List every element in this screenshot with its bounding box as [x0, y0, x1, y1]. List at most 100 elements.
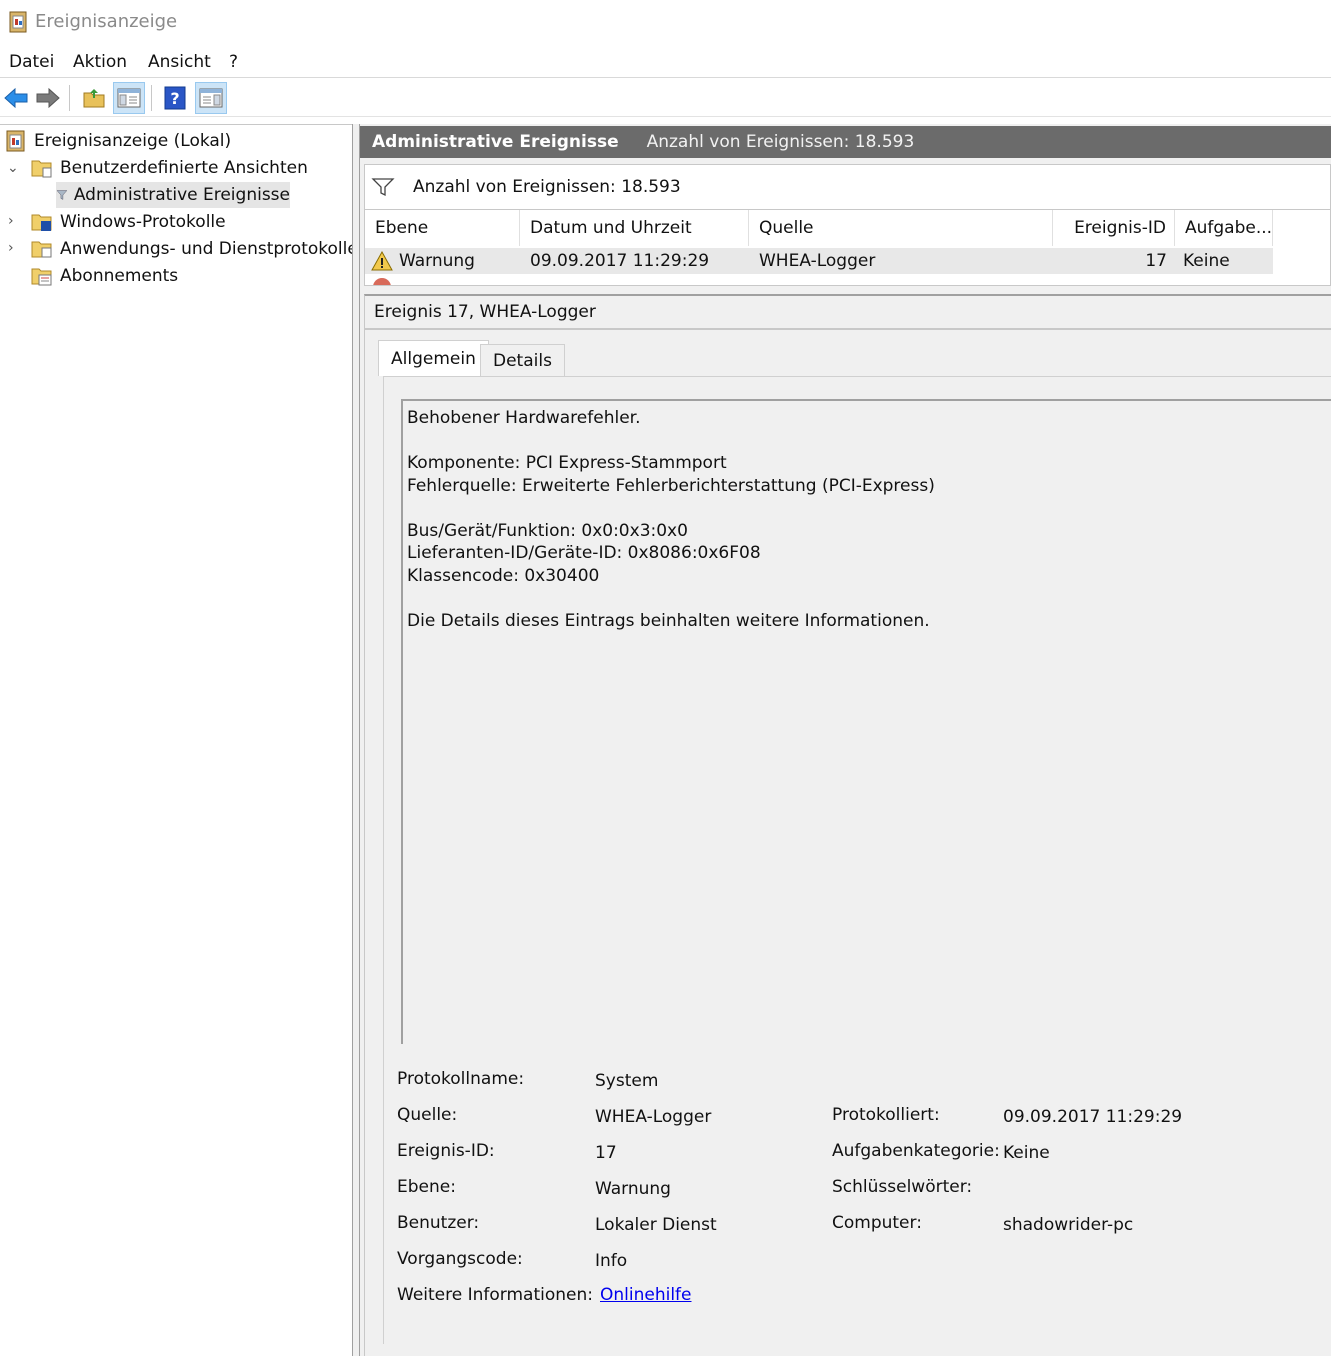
back-button[interactable] [0, 82, 32, 114]
event-grid: Ebene Datum und Uhrzeit Quelle Ereignis-… [364, 210, 1331, 286]
tab-details[interactable]: Details [480, 344, 565, 376]
folder-icon [31, 241, 52, 258]
help-button[interactable]: ? [159, 82, 191, 114]
title-bar: Ereignisanzeige [0, 0, 1331, 44]
open-button[interactable] [78, 82, 110, 114]
label-aufgabenkategorie: Aufgabenkategorie: [832, 1141, 1000, 1161]
tree-item-windows-logs[interactable]: Windows-Protokolle [30, 209, 226, 235]
column-header-datum[interactable]: Datum und Uhrzeit [520, 210, 749, 246]
event-detail-title: Ereignis 17, WHEA-Logger [365, 296, 1331, 330]
tree-label: Anwendungs- und Dienstprotokolle [60, 239, 358, 259]
tree-item-custom-views[interactable]: Benutzerdefinierte Ansichten [30, 155, 308, 181]
tree-item-admin-events[interactable]: Administrative Ereignisse [56, 182, 290, 208]
label-quelle: Quelle: [397, 1105, 458, 1125]
message-line [407, 430, 1329, 453]
forward-button[interactable] [32, 82, 64, 114]
results-header: Administrative Ereignisse Anzahl von Ere… [360, 126, 1331, 158]
tree-label: Windows-Protokolle [60, 212, 226, 232]
message-line: Klassencode: 0x30400 [407, 565, 600, 586]
label-protokollname: Protokollname: [397, 1069, 525, 1089]
online-help-link[interactable]: Onlinehilfe [600, 1285, 692, 1305]
value-ereignis-id: 17 [595, 1143, 617, 1163]
cell-event-id: 17 [1145, 251, 1167, 271]
open-folder-icon [83, 89, 105, 108]
pane-splitter[interactable] [352, 124, 360, 1356]
message-line: Bus/Gerät/Funktion: 0x0:0x3:0x0 [407, 520, 688, 541]
folder-icon [31, 214, 52, 231]
chevron-right-icon[interactable]: › [8, 214, 20, 228]
event-detail-pane: Ereignis 17, WHEA-Logger Allgemein Detai… [364, 294, 1331, 1356]
menu-aktion[interactable]: Aktion [73, 52, 127, 72]
show-hide-tree-icon [117, 88, 141, 108]
results-pane: Administrative Ereignisse Anzahl von Ere… [360, 124, 1331, 1356]
message-line: Fehlerquelle: Erweiterte Fehlerberichter… [407, 475, 935, 496]
label-benutzer: Benutzer: [397, 1213, 480, 1233]
label-protokolliert: Protokolliert: [832, 1105, 940, 1125]
label-schluesselwoerter: Schlüsselwörter: [832, 1177, 973, 1197]
grid-header: Ebene Datum und Uhrzeit Quelle Ereignis-… [365, 210, 1330, 246]
show-hide-tree-button[interactable] [113, 82, 145, 114]
chevron-down-icon[interactable]: ⌄ [7, 161, 19, 175]
folder-icon [31, 160, 52, 178]
tree-label: Administrative Ereignisse [73, 185, 290, 205]
toolbar: ? [0, 79, 1331, 117]
menu-ansicht[interactable]: Ansicht [148, 52, 211, 72]
message-line: Die Details dieses Eintrags beinhalten w… [407, 610, 930, 631]
event-viewer-icon [9, 11, 27, 33]
menu-datei[interactable]: Datei [9, 52, 54, 72]
label-weitere-informationen: Weitere Informationen: [397, 1285, 593, 1305]
event-message: Behobener Hardwarefehler. Komponente: PC… [401, 399, 1331, 1044]
subscriptions-icon [31, 268, 52, 286]
show-hide-action-pane-icon [199, 88, 223, 108]
value-ebene: Warnung [595, 1179, 671, 1199]
tab-allgemein[interactable]: Allgemein [378, 340, 489, 376]
toolbar-separator [69, 85, 70, 111]
message-line: Behobener Hardwarefehler. [407, 408, 641, 428]
tree-label: Benutzerdefinierte Ansichten [60, 158, 308, 178]
value-computer: shadowrider-pc [1003, 1215, 1134, 1235]
label-vorgangscode: Vorgangscode: [397, 1249, 523, 1269]
column-header-ebene[interactable]: Ebene [365, 210, 520, 246]
tree-item-app-logs[interactable]: Anwendungs- und Dienstprotokolle [30, 236, 358, 262]
tab-content-allgemein: Behobener Hardwarefehler. Komponente: PC… [383, 376, 1331, 1344]
back-icon [4, 87, 28, 109]
message-line [407, 587, 1329, 610]
value-quelle: WHEA-Logger [595, 1107, 712, 1127]
svg-text:?: ? [170, 89, 179, 108]
toolbar-separator [151, 85, 152, 111]
view-title: Administrative Ereignisse [372, 132, 619, 152]
value-aufgabenkategorie: Keine [1003, 1143, 1050, 1163]
help-icon: ? [164, 86, 186, 110]
column-header-ereignis-id[interactable]: Ereignis-ID [1053, 210, 1175, 246]
chevron-right-icon[interactable]: › [8, 241, 20, 255]
filter-bar: Anzahl von Ereignissen: 18.593 [364, 164, 1331, 210]
tree-label: Ereignisanzeige (Lokal) [34, 131, 232, 151]
console-tree: Ereignisanzeige (Lokal) ⌄ Benutzerdefini… [0, 124, 358, 1356]
label-ereignis-id: Ereignis-ID: [397, 1141, 495, 1161]
label-computer: Computer: [832, 1213, 922, 1233]
show-hide-action-pane-button[interactable] [195, 82, 227, 114]
error-icon [373, 278, 391, 285]
tree-label: Abonnements [60, 266, 179, 286]
message-line [407, 497, 1329, 520]
forward-icon [36, 87, 60, 109]
cell-level: Warnung [399, 251, 475, 271]
column-header-aufgabe[interactable]: Aufgabe... [1175, 210, 1273, 246]
value-benutzer: Lokaler Dienst [595, 1215, 717, 1235]
value-protokollname: System [595, 1071, 659, 1091]
cell-date: 09.09.2017 11:29:29 [530, 251, 710, 271]
warning-icon [371, 251, 393, 271]
menu-bar: Datei Aktion Ansicht ? [0, 46, 1331, 78]
event-count: Anzahl von Ereignissen: 18.593 [646, 132, 915, 152]
table-row[interactable]: Warnung 09.09.2017 11:29:29 WHEA-Logger … [365, 248, 1273, 274]
column-header-quelle[interactable]: Quelle [749, 210, 1053, 246]
filter-icon [56, 190, 68, 200]
menu-help[interactable]: ? [229, 52, 238, 72]
message-line: Lieferanten-ID/Geräte-ID: 0x8086:0x6F08 [407, 543, 761, 563]
tree-item-subscriptions[interactable]: Abonnements [30, 263, 178, 289]
tree-item-root[interactable]: Ereignisanzeige (Lokal) [4, 128, 231, 154]
cell-task: Keine [1183, 251, 1230, 271]
filter-text: Anzahl von Ereignissen: 18.593 [413, 177, 681, 197]
cell-source: WHEA-Logger [759, 251, 876, 271]
window-title: Ereignisanzeige [35, 11, 178, 32]
